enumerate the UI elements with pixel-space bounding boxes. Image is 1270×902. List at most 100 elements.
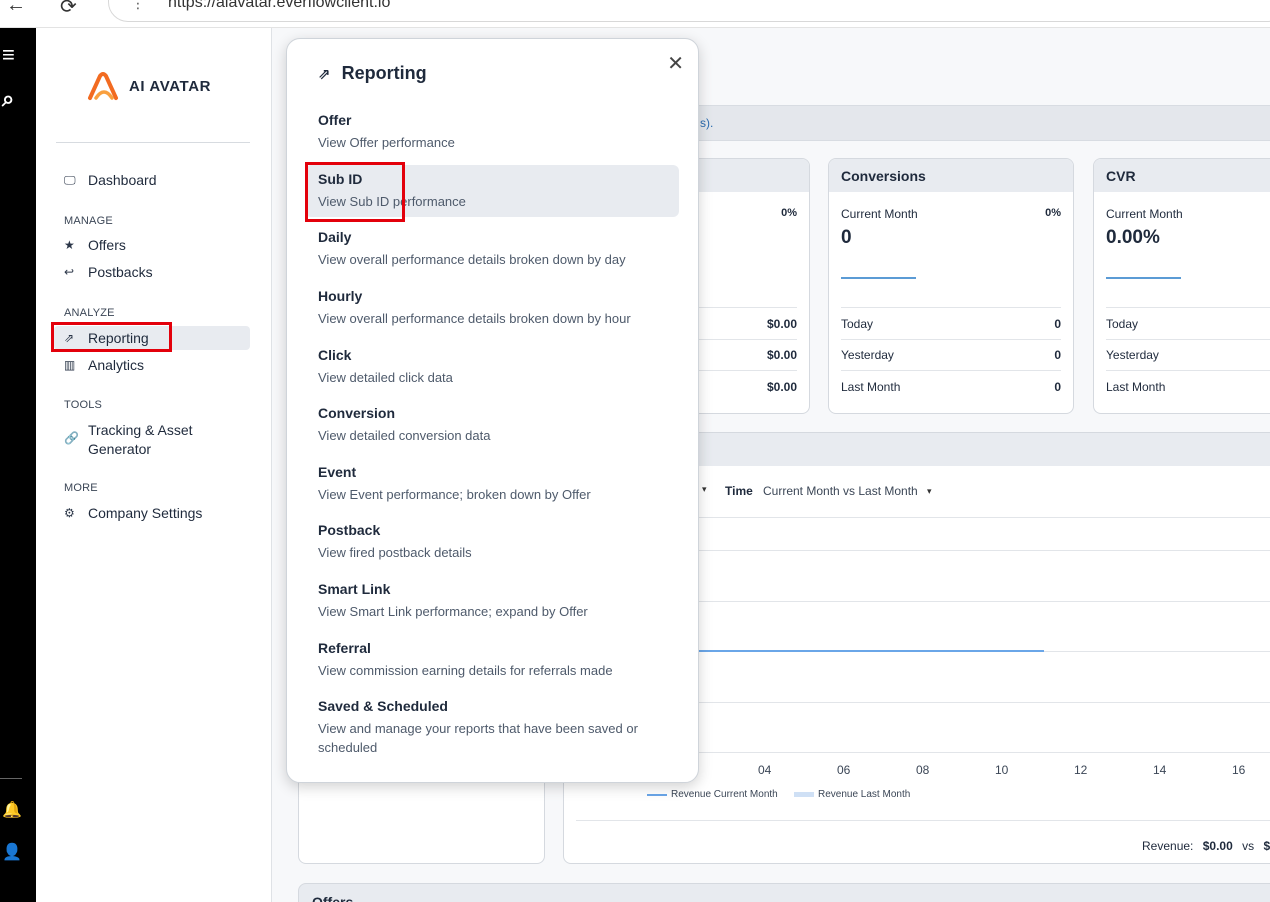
card-row-value: $0.00 — [766, 317, 797, 331]
revenue-total-vs: vs — [1242, 839, 1255, 853]
info-banner-text[interactable]: s). — [700, 116, 713, 130]
legend-label: Revenue Current Month — [671, 789, 778, 800]
menu-item-description: View commission earning details for refe… — [318, 663, 613, 678]
report-menu-item-daily[interactable]: Daily View overall performance details b… — [305, 223, 679, 274]
legend-label: Revenue Last Month — [818, 789, 911, 800]
legend-item-last-month[interactable]: Revenue Last Month — [794, 789, 910, 800]
popup-title-text: Reporting — [341, 63, 427, 83]
sidebar-item-postbacks[interactable]: ↩ Postbacks — [54, 260, 250, 284]
card-current-value: 0 — [841, 227, 852, 248]
sidebar-item-dashboard[interactable]: 🖵 Dashboard — [54, 168, 250, 192]
chart-footer-divider — [576, 820, 1270, 821]
menu-item-description: View Offer performance — [318, 135, 455, 150]
time-filter-select[interactable]: Current Month vs Last Month — [763, 484, 918, 498]
bell-icon[interactable]: 🔔 — [0, 800, 36, 820]
legend-swatch — [794, 792, 814, 797]
chart-x-tick: 04 — [758, 763, 772, 777]
card-row-label: Today — [1106, 317, 1139, 331]
section-label-analyze: ANALYZE — [64, 307, 115, 319]
highlight-box-sub-id — [305, 162, 405, 222]
revenue-total-compare: $0 — [1263, 839, 1270, 853]
rail-divider — [0, 778, 22, 779]
side-rail: ≡ ⌕ 🔔 👤 — [0, 28, 36, 902]
chevron-down-icon[interactable]: ▾ — [702, 484, 707, 495]
report-menu-item-postback[interactable]: Postback View fired postback details — [305, 516, 679, 567]
card-title: CVR — [1094, 159, 1270, 192]
menu-item-title: Daily — [318, 229, 352, 245]
analytics-icon: ▥ — [64, 358, 76, 372]
sidebar-item-tracking-asset-generator[interactable]: 🔗 Tracking & Asset Generator — [54, 419, 250, 461]
card-row-divider — [841, 339, 1061, 340]
card-percent: 0% — [1045, 207, 1061, 219]
logo-text: AI AVATAR — [129, 77, 212, 95]
menu-item-description: View and manage your reports that have b… — [318, 721, 638, 755]
report-menu-item-event[interactable]: Event View Event performance; broken dow… — [305, 458, 679, 509]
card-row-divider — [1106, 307, 1270, 308]
offers-section-header: Offers — [298, 883, 1270, 902]
sidebar-divider — [56, 142, 250, 143]
chart-x-tick: 08 — [916, 763, 930, 777]
menu-item-title: Offer — [318, 112, 352, 128]
chart-x-tick: 16 — [1232, 763, 1246, 777]
menu-item-title: Conversion — [318, 405, 396, 421]
menu-item-title: Saved & Scheduled — [318, 698, 448, 714]
brand-logo[interactable]: AI AVATAR — [86, 68, 211, 104]
sidebar-item-label: Dashboard — [88, 172, 157, 188]
report-menu-item-click[interactable]: Click View detailed click data — [305, 341, 679, 392]
report-menu-item-smart-link[interactable]: Smart Link View Smart Link performance; … — [305, 575, 679, 626]
card-row-value: 0 — [1054, 380, 1061, 394]
menu-item-title: Referral — [318, 640, 371, 656]
site-info-icon[interactable]: ⋮ — [131, 0, 145, 12]
card-row-label: Last Month — [841, 380, 901, 394]
card-row-label: Last Month — [1106, 380, 1166, 394]
offers-section-title: Offers — [312, 894, 354, 902]
card-row-label: Yesterday — [1106, 348, 1159, 362]
card-row-value: $0.00 — [766, 348, 797, 362]
menu-item-description: View detailed conversion data — [318, 428, 491, 443]
chart-x-tick: 10 — [995, 763, 1009, 777]
report-menu-item-saved-scheduled[interactable]: Saved & Scheduled View and manage your r… — [305, 692, 655, 762]
menu-item-description: View detailed click data — [318, 370, 453, 385]
legend-item-current-month[interactable]: Revenue Current Month — [647, 789, 778, 800]
chart-x-tick: 12 — [1074, 763, 1088, 777]
card-sparkline — [841, 277, 916, 279]
reporting-icon: ⇗ — [318, 65, 331, 83]
revenue-total-label: Revenue: — [1142, 839, 1194, 853]
chevron-down-icon[interactable]: ▾ — [927, 486, 932, 497]
revenue-total-value: $0.00 — [1202, 839, 1233, 853]
card-percent: 0% — [781, 207, 797, 219]
user-icon[interactable]: 👤 — [0, 842, 36, 862]
card-row-value: 0 — [1054, 348, 1061, 362]
search-icon[interactable]: ⌕ — [0, 86, 36, 112]
reload-icon[interactable]: ⟳ — [60, 0, 77, 19]
menu-item-description: View Event performance; broken down by O… — [318, 487, 591, 502]
url-text[interactable]: https://aiavatar.everflowclient.io — [168, 0, 390, 12]
sidebar-item-offers[interactable]: ★ Offers — [54, 233, 250, 257]
card-title: Conversions — [829, 159, 1073, 192]
sidebar-item-company-settings[interactable]: ⚙ Company Settings — [54, 501, 250, 525]
report-menu-item-referral[interactable]: Referral View commission earning details… — [305, 634, 679, 685]
back-arrow-icon[interactable]: ← — [6, 0, 26, 17]
card-row-label: Yesterday — [841, 348, 894, 362]
menu-item-description: View overall performance details broken … — [318, 311, 631, 326]
menu-item-title: Click — [318, 347, 352, 363]
menu-item-description: View Smart Link performance; expand by O… — [318, 604, 588, 619]
logo-mark-icon — [88, 72, 118, 100]
close-icon[interactable]: ✕ — [667, 51, 684, 76]
card-row-divider — [841, 307, 1061, 308]
card-row-value: $0.00 — [766, 380, 797, 394]
browser-toolbar: ← ⟳ ⋮ https://aiavatar.everflowclient.io — [0, 0, 1270, 28]
revenue-total: Revenue: $0.00 vs $0 — [1142, 839, 1270, 853]
report-menu-item-conversion[interactable]: Conversion View detailed conversion data — [305, 399, 679, 450]
section-label-tools: TOOLS — [64, 399, 103, 411]
hamburger-menu-icon[interactable]: ≡ — [0, 42, 36, 68]
sidebar-item-analytics[interactable]: ▥ Analytics — [54, 353, 250, 377]
report-menu-item-offer[interactable]: Offer View Offer performance — [305, 106, 679, 157]
sidebar: AI AVATAR 🖵 Dashboard MANAGE ★ Offers ↩ … — [36, 28, 272, 902]
chart-x-tick: 06 — [837, 763, 851, 777]
sidebar-item-label: Tracking & Asset Generator — [88, 422, 193, 457]
menu-item-title: Hourly — [318, 288, 363, 304]
report-menu-item-hourly[interactable]: Hourly View overall performance details … — [305, 282, 679, 333]
popup-title: ⇗ Reporting — [318, 63, 427, 84]
link-icon: 🔗 — [64, 431, 79, 445]
